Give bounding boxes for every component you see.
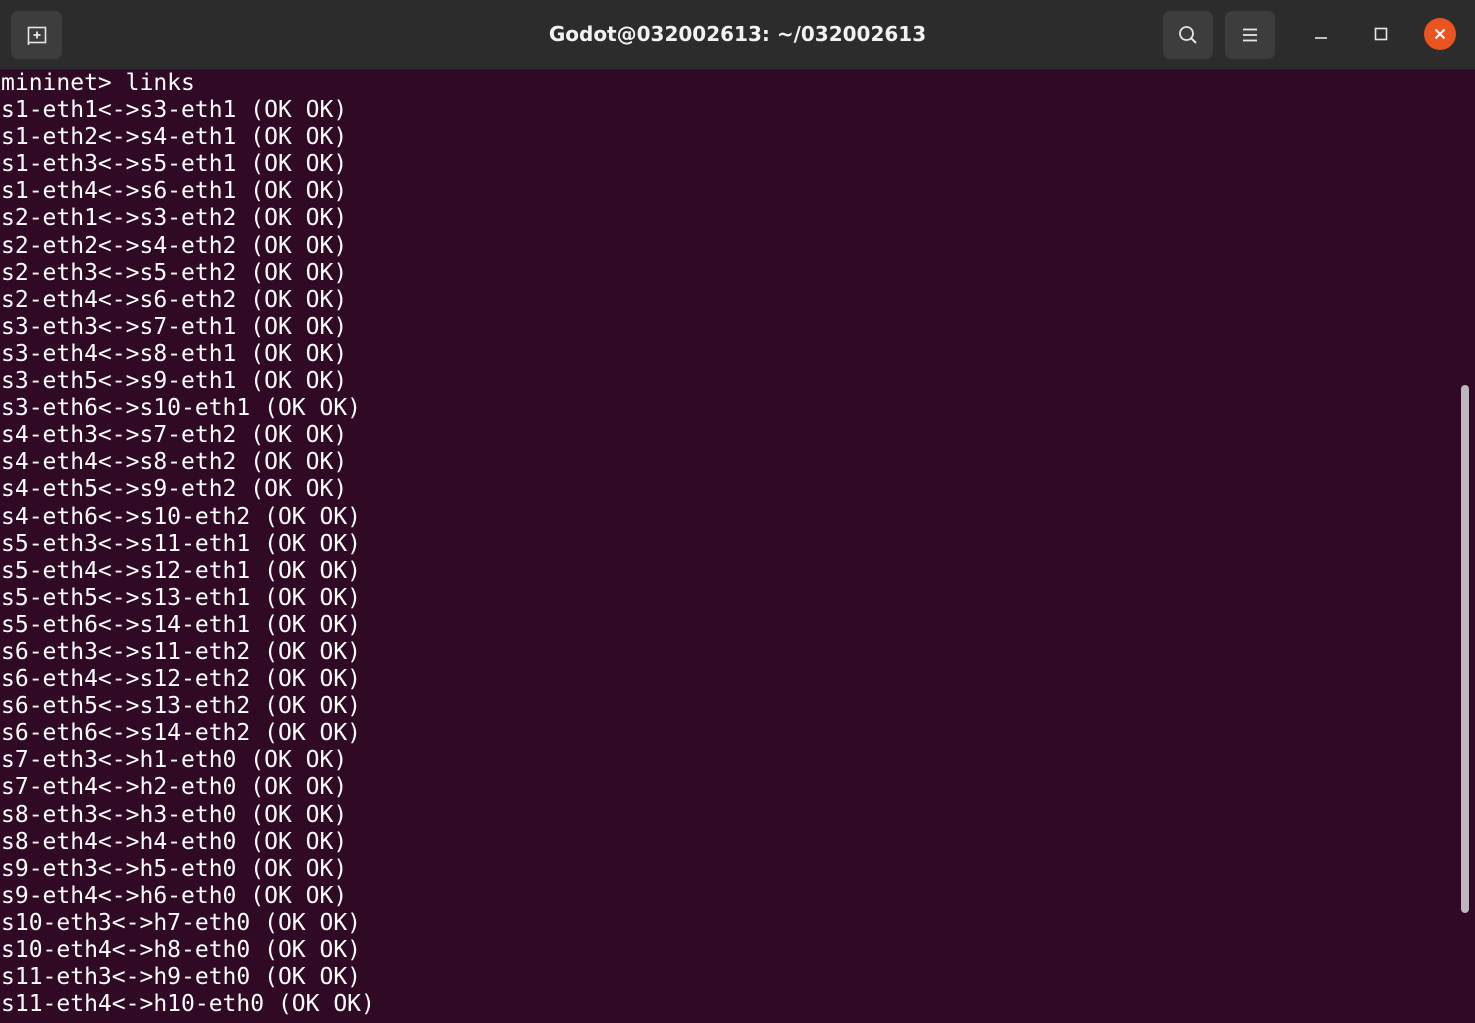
terminal-output-line: s9-eth3<->h5-eth0 (OK OK) — [1, 855, 348, 882]
terminal-output-line: s1-eth4<->s6-eth1 (OK OK) — [1, 178, 348, 205]
terminal-output-line: s6-eth5<->s13-eth2 (OK OK) — [1, 693, 362, 720]
terminal-output-line: s11-eth3<->h9-eth0 (OK OK) — [1, 964, 362, 991]
terminal-output-line: s10-eth4<->h8-eth0 (OK OK) — [1, 937, 362, 963]
terminal-output-line: s3-eth6<->s10-eth1 (OK OK) — [1, 395, 362, 422]
terminal-output-line: s7-eth3<->h1-eth0 (OK OK) — [1, 747, 348, 774]
terminal-output-line: s4-eth5<->s9-eth2 (OK OK) — [1, 476, 348, 503]
terminal-output-line: s9-eth4<->h6-eth0 (OK OK) — [1, 882, 348, 909]
maximize-icon — [1374, 27, 1388, 41]
terminal-output-line: s2-eth2<->s4-eth2 (OK OK) — [1, 232, 348, 259]
terminal-output-line: s1-eth3<->s5-eth1 (OK OK) — [1, 151, 348, 178]
search-icon — [1179, 26, 1197, 44]
terminal-output-line: s2-eth1<->s3-eth2 (OK OK) — [1, 205, 348, 232]
terminal-output-line: s4-eth6<->s10-eth2 (OK OK) — [1, 503, 362, 530]
terminal-output-line: s6-eth4<->s12-eth2 (OK OK) — [1, 666, 362, 693]
minimize-button[interactable] — [1305, 18, 1337, 50]
terminal-output-line: s4-eth4<->s8-eth2 (OK OK) — [1, 449, 348, 476]
terminal-output-line: s3-eth4<->s8-eth1 (OK OK) — [1, 340, 348, 367]
close-button[interactable] — [1424, 18, 1456, 50]
scrollbar-thumb[interactable] — [1461, 385, 1469, 913]
search-button[interactable] — [1163, 11, 1213, 59]
terminal-output-line: s6-eth6<->s14-eth2 (OK OK) — [1, 720, 362, 747]
terminal-output-line: s3-eth3<->s7-eth1 (OK OK) — [1, 313, 348, 340]
terminal-window: Godot@032002613: ~/032002613 mininet> li… — [0, 0, 1475, 1023]
terminal-output-line: s6-eth3<->s11-eth2 (OK OK) — [1, 638, 362, 665]
terminal-output-line: s2-eth3<->s5-eth2 (OK OK) — [1, 259, 348, 286]
terminal-output-line: s5-eth6<->s14-eth1 (OK OK) — [1, 611, 362, 638]
terminal-prompt-line: mininet> links — [1, 70, 195, 96]
terminal-output-line: s5-eth3<->s11-eth1 (OK OK) — [1, 530, 362, 557]
terminal-output-line: s2-eth4<->s6-eth2 (OK OK) — [1, 286, 348, 313]
maximize-button[interactable] — [1365, 18, 1397, 50]
terminal-output-line: s3-eth5<->s9-eth1 (OK OK) — [1, 368, 348, 395]
terminal-output-line: s10-eth3<->h7-eth0 (OK OK) — [1, 909, 362, 936]
terminal-output-line: s11-eth4<->h10-eth0 (OK OK) — [1, 991, 375, 1018]
terminal-output-line: s5-eth5<->s13-eth1 (OK OK) — [1, 584, 362, 611]
close-icon — [1434, 28, 1446, 40]
menu-button[interactable] — [1225, 11, 1275, 59]
terminal-output-line: s8-eth3<->h3-eth0 (OK OK) — [1, 801, 348, 828]
terminal-output-line: s7-eth4<->h2-eth0 (OK OK) — [1, 774, 348, 801]
title-bar[interactable]: Godot@032002613: ~/032002613 — [0, 0, 1475, 70]
terminal-output-line: s5-eth4<->s12-eth1 (OK OK) — [1, 557, 362, 584]
minimize-icon — [1315, 37, 1327, 39]
terminal-output-line: s1-eth1<->s3-eth1 (OK OK) — [1, 97, 348, 124]
terminal-output-line: s8-eth4<->h4-eth0 (OK OK) — [1, 828, 348, 855]
terminal-output[interactable]: mininet> links s1-eth1<->s3-eth1 (OK OK) s… — [0, 70, 1458, 1023]
hamburger-menu-icon — [1243, 28, 1257, 42]
terminal-output-line: s4-eth3<->s7-eth2 (OK OK) — [1, 422, 348, 449]
terminal-output-line: s1-eth2<->s4-eth1 (OK OK) — [1, 124, 348, 151]
